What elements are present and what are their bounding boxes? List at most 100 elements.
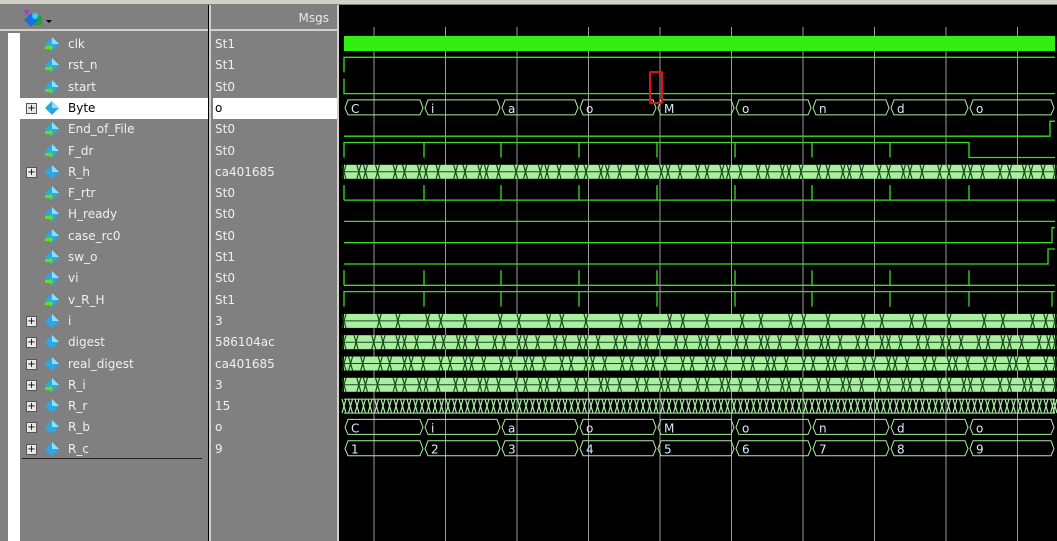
expand-icon[interactable]: + — [26, 358, 37, 370]
bus-transition — [679, 398, 685, 414]
signal-value: St0 — [215, 207, 235, 222]
signal-row-real_digest[interactable]: + real_digest — [20, 354, 208, 375]
signal-name: Byte — [68, 100, 96, 115]
signal-icon — [45, 79, 59, 94]
signal-row-v_r_h[interactable]: v_R_H — [20, 290, 208, 311]
hierarchy-margin — [8, 33, 20, 541]
expand-icon[interactable]: + — [26, 422, 37, 434]
signal-icon — [45, 122, 59, 137]
bus-transition — [763, 398, 770, 414]
bus-transition — [497, 398, 503, 414]
wave-v_r_h — [343, 290, 1055, 307]
bus-value-label: 7 — [819, 443, 827, 457]
signal-row-f_rtr[interactable]: F_rtr — [20, 183, 208, 204]
signal-row-sw_o[interactable]: sw_o — [20, 247, 208, 268]
bus-transition — [789, 398, 796, 414]
signal-row-r_i[interactable]: + R_i — [20, 375, 208, 396]
bus-transition — [380, 398, 386, 414]
signal-name: clk — [68, 37, 85, 51]
bus-transition — [1052, 398, 1057, 414]
signal-row-end_of_file[interactable]: End_of_File — [20, 119, 208, 140]
signal-name: R_i — [68, 377, 86, 392]
bus-transition — [770, 398, 776, 414]
bus-transition — [958, 398, 965, 414]
signal-name: R_c — [68, 441, 89, 456]
bus-transition — [607, 398, 614, 414]
signal-icon — [45, 100, 59, 115]
signal-row-r_c[interactable]: + R_c — [20, 439, 208, 460]
bus-transition — [874, 398, 880, 414]
signal-icon — [45, 441, 59, 456]
signal-row-rst_n[interactable]: rst_n — [20, 55, 208, 76]
signal-row-i[interactable]: + i — [20, 311, 208, 332]
bus-transition — [900, 398, 906, 414]
signal-row-vi[interactable]: vi — [20, 268, 208, 289]
expand-icon[interactable]: + — [26, 379, 37, 391]
bus-transition — [939, 398, 945, 414]
signal-value: St0 — [215, 186, 235, 201]
signal-value: St1 — [215, 292, 235, 307]
expand-icon[interactable]: + — [26, 337, 37, 349]
signal-row-r_b[interactable]: + R_b — [20, 417, 208, 438]
signal-row-case_rc0[interactable]: case_rc0 — [20, 226, 208, 247]
expand-icon[interactable]: + — [26, 102, 37, 114]
bus-transition — [809, 398, 815, 414]
signal-row-f_dr[interactable]: F_dr — [20, 141, 208, 162]
signal-row-h_ready[interactable]: H_ready — [20, 204, 208, 225]
bus-transition — [503, 398, 510, 414]
bus-transition — [952, 398, 958, 414]
signal-icon — [45, 313, 59, 328]
expand-icon[interactable]: + — [26, 166, 37, 178]
wave-rst_n — [343, 56, 1055, 73]
bus-transition — [490, 398, 497, 414]
bus-value-label: 2 — [431, 443, 439, 457]
signal-row-start[interactable]: start — [20, 77, 208, 98]
bus-transition — [516, 398, 523, 414]
bus-transition — [542, 398, 549, 414]
signal-name: H_ready — [68, 207, 118, 222]
bus-transition — [737, 398, 744, 414]
bus-transition — [705, 398, 711, 414]
bus-transition — [549, 398, 555, 414]
bus-transition — [783, 398, 789, 414]
add-wave-dropdown-icon[interactable] — [20, 8, 56, 30]
signal-icon — [45, 292, 59, 307]
signal-row-byte[interactable]: + Byte — [20, 97, 208, 119]
bus-transition — [464, 398, 471, 414]
bus-value-label: n — [819, 102, 827, 116]
bus-transition — [672, 398, 679, 414]
bus-transition — [724, 398, 731, 414]
bus-value-label: 1 — [351, 443, 359, 457]
bus-transition — [997, 398, 1004, 414]
expand-icon[interactable]: + — [26, 401, 37, 413]
signal-row-digest[interactable]: + digest — [20, 332, 208, 353]
bus-transition — [711, 398, 718, 414]
waveform-canvas[interactable]: Ci a o Mo n d o C i a o Mo n d o 1 2 3 4 5 6 7 8 9 — [341, 5, 1057, 541]
signal-name: R_h — [68, 164, 90, 179]
signal-icon — [45, 356, 59, 371]
bus-transition — [562, 398, 568, 414]
signal-icon — [45, 335, 59, 350]
bus-value-label: i — [431, 102, 434, 116]
bus-transition — [692, 398, 698, 414]
signal-row-clk[interactable]: clk — [20, 34, 208, 55]
signal-value: 3 — [215, 377, 223, 392]
bus-transition — [633, 398, 640, 414]
signal-row-r_r[interactable]: + R_r — [20, 396, 208, 417]
signal-icon — [45, 164, 59, 179]
signal-value: 9 — [215, 441, 223, 456]
bus-value-label: d — [897, 421, 905, 435]
bus-transition — [484, 398, 490, 414]
signal-name: F_rtr — [68, 186, 96, 201]
bus-transition — [796, 398, 802, 414]
expand-icon[interactable]: + — [26, 315, 37, 327]
bus-transition — [412, 398, 419, 414]
bus-value-label: o — [976, 421, 983, 435]
bus-transition — [1036, 398, 1043, 414]
bus-transition — [601, 398, 607, 414]
expand-icon[interactable]: + — [26, 443, 37, 455]
bus-transition — [835, 398, 841, 414]
signal-row-r_h[interactable]: + R_h — [20, 162, 208, 183]
signal-name-pane: clk rst_n start + Byte End_of_File F_dr + R_h F_r… — [0, 5, 208, 541]
signal-name: R_b — [68, 420, 90, 435]
